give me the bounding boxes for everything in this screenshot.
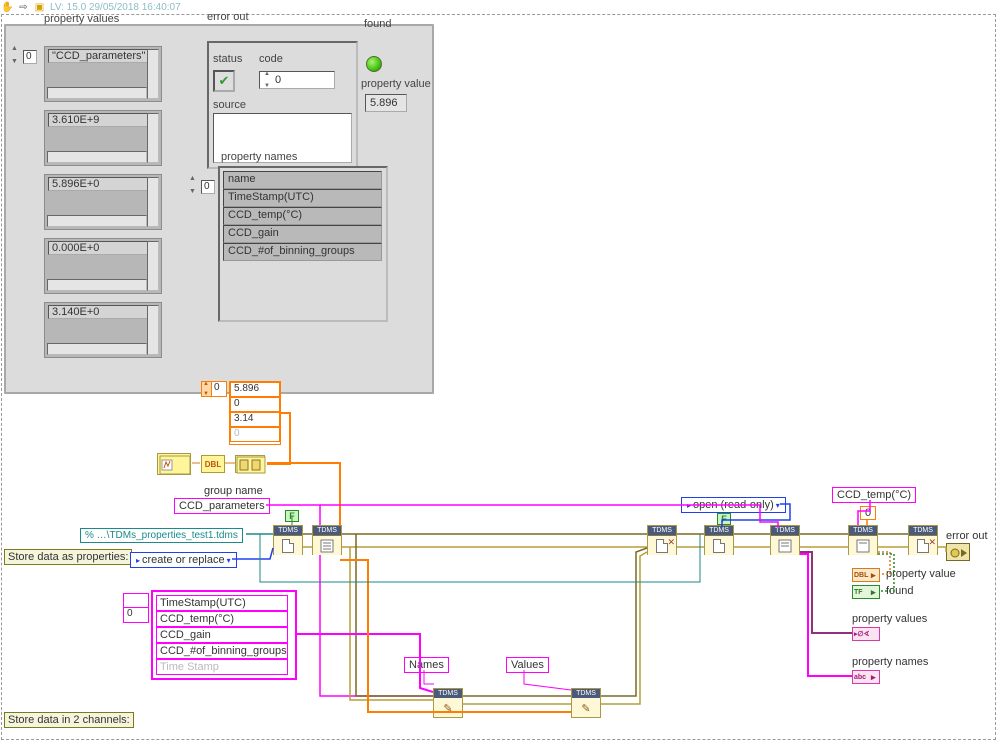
boolean-false-const[interactable]: F [285,510,299,522]
list-item: CCD_#of_binning_groups [156,643,288,659]
list-item: CCD_#of_binning_groups [223,243,382,261]
tdms-write-values-node[interactable]: TDMS✎ [571,688,601,718]
spinner-icon[interactable] [189,176,199,194]
found-led [366,56,382,72]
tdms-close-node[interactable]: TDMS✕ [647,525,677,555]
tdms-set-properties-node[interactable]: TDMS [312,525,342,555]
status-indicator: ✔ [213,70,235,92]
tdms-open-ro-node[interactable]: TDMS [704,525,734,555]
code-label: code [259,53,283,65]
list-item: CCD_gain [156,627,288,643]
to-dbl-node[interactable]: DBL [201,455,225,473]
property-names-label: property names [221,151,297,163]
list-item: Time Stamp [156,659,288,675]
ccd-temp-const[interactable]: CCD_temp(°C) [832,487,916,503]
property-value-term-label: property value [886,568,956,580]
tdms-close-2-node[interactable]: TDMS✕ [908,525,938,555]
operation-ring-open-readonly[interactable]: ▸open (read-only)▾ [681,497,786,513]
property-names-term-label: property names [852,656,928,668]
string-array-const[interactable]: TimeStamp(UTC) CCD_temp(°C) CCD_gain CCD… [151,590,297,680]
list-item: TimeStamp(UTC) [156,595,288,611]
front-panel-preview: property values 0 "CCD_parameters" 3.610… [4,24,434,394]
pencil-icon: ✎ [443,702,452,715]
tdms-get-properties-node[interactable]: TDMS [770,525,800,555]
store-as-properties-label: Store data as properties: [4,549,132,565]
list-item: TimeStamp(UTC) [223,189,382,207]
error-out-label: error out [207,11,249,23]
array-empty-cell: 0 [230,427,280,442]
property-value-indicator: 5.896 [365,94,407,112]
property-values-term-label: property values [852,613,927,625]
property-names-array[interactable]: name TimeStamp(UTC) CCD_temp(°C) CCD_gai… [218,166,388,322]
property-values-index-value[interactable]: 0 [23,50,37,64]
array-cell: "CCD_parameters" [44,46,162,102]
property-values-label: property values [44,13,119,25]
highlight-exec-icon[interactable]: ▣ [33,1,46,13]
property-values-array[interactable]: "CCD_parameters" 3.610E+9 5.896E+0 0.000… [44,46,182,386]
array-cell: 0.000E+0 [44,238,162,294]
operation-ring-create-replace[interactable]: ▸create or replace▾ [130,552,237,568]
zero-const[interactable]: 0 [860,506,876,520]
array-cell: 3.610E+9 [44,110,162,166]
names-label-box: Names [404,657,449,673]
hand-tool-icon[interactable]: ✋ [1,1,14,13]
error-code-indicator: 0 [259,71,335,89]
error-out-cluster: status ✔ code 0 source [207,41,358,169]
property-value-label: property value [361,78,431,90]
error-out-terminal[interactable] [946,543,970,561]
file-path-const[interactable]: % …\TDMs_properties_test1.tdms [80,528,243,543]
variant-to-data-node[interactable] [235,455,265,473]
toolbar: ✋ ⇨ ▣ LV: 15.0 29/05/2018 16:40:07 [0,0,181,14]
spinner-icon[interactable] [11,46,21,64]
numeric-array-const[interactable]: 5.896 0 3.14 0 [229,381,281,445]
found-terminal[interactable]: TF▸ [852,585,880,599]
tdms-get-properties-2-node[interactable]: TDMS [848,525,878,555]
tdms-open-node[interactable]: TDMS [273,525,303,555]
array-cell: 3.140E+0 [44,302,162,358]
group-name-label: group name [204,485,263,497]
property-values-index[interactable]: 0 [11,46,39,66]
values-label-box: Values [506,657,549,673]
lv-version-timestamp: LV: 15.0 29/05/2018 16:40:07 [50,2,181,13]
tdms-write-names-node[interactable]: TDMS✎ [433,688,463,718]
list-item: CCD_temp(°C) [156,611,288,627]
string-array-index[interactable]: 0 [123,593,149,623]
checkmark-icon: ✔ [219,73,230,89]
source-label: source [213,99,246,111]
array-cell: 5.896E+0 [44,174,162,230]
list-item: CCD_temp(°C) [223,207,382,225]
run-arrow-icon[interactable]: ⇨ [17,1,30,13]
pencil-icon: ✎ [581,702,590,715]
error-out-term-label: error out [946,530,988,542]
group-name-const[interactable]: CCD_parameters [174,498,270,514]
build-waveform-node[interactable] [157,453,191,475]
numeric-array-index[interactable]: 0 [201,381,227,397]
store-in-2-channels-label: Store data in 2 channels: [4,712,134,728]
list-item: CCD_gain [223,225,382,243]
spinner-icon [264,73,274,87]
found-term-label: found [886,585,914,597]
list-item: name [223,171,382,189]
property-values-terminal[interactable]: ▸∅∢ [852,627,880,641]
property-names-index-value[interactable]: 0 [201,180,215,194]
property-names-index[interactable]: 0 [189,176,217,196]
found-label: found [364,18,392,30]
property-value-terminal[interactable]: DBL▸ [852,568,880,582]
property-names-terminal[interactable]: abc▸ [852,670,880,684]
status-label: status [213,53,242,65]
boolean-false-const[interactable]: F [717,513,731,525]
